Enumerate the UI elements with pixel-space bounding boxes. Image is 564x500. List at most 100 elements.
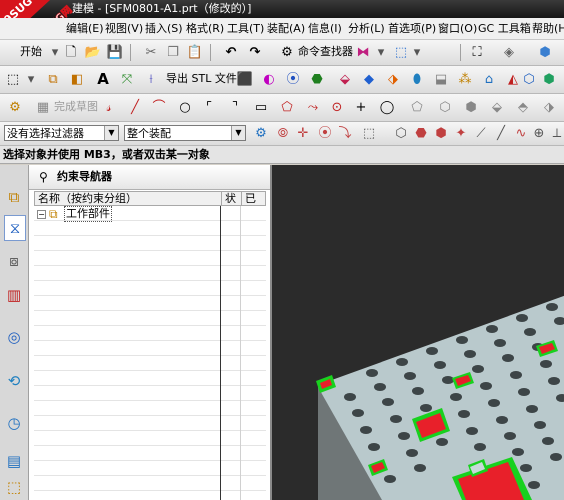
point-sketch-icon[interactable]: ⊙	[328, 98, 346, 116]
command-finder-button[interactable]: 命令查找器	[298, 43, 353, 61]
menu-window[interactable]: 窗口(O)	[438, 20, 477, 37]
clock-icon[interactable]: ◷	[4, 411, 24, 435]
assembly-icon[interactable]: ⧓	[354, 43, 372, 61]
part-icon[interactable]: ⧉	[44, 70, 62, 88]
open-folder-icon[interactable]: 📂	[84, 43, 102, 61]
project-curve-icon[interactable]: ⬘	[514, 98, 532, 116]
more-features-icon[interactable]: ⬢	[540, 70, 558, 88]
assembly-navigator-icon[interactable]: ⧉	[4, 185, 24, 209]
tree-row[interactable]: − ⧉ 工作部件	[37, 206, 217, 222]
history-icon[interactable]: ⟲	[4, 369, 24, 393]
plus-icon[interactable]: +	[352, 98, 370, 116]
offset-curve-icon[interactable]: ◯	[378, 98, 396, 116]
shell-icon[interactable]: ⬗	[384, 70, 402, 88]
dropdown-arrow-icon[interactable]: ▾	[372, 43, 390, 61]
menu-tools[interactable]: 工具(T)	[227, 20, 264, 37]
column-name[interactable]: 名称（按约束分组）	[38, 192, 137, 205]
blend-icon[interactable]: ⬙	[336, 70, 354, 88]
end-point-icon[interactable]: ⦿	[316, 124, 334, 142]
text-icon[interactable]: A	[94, 70, 112, 88]
reuse-library-icon[interactable]: ▥	[4, 283, 24, 307]
menu-info[interactable]: 信息(I)	[308, 20, 342, 37]
arc-icon[interactable]: ⌒	[150, 98, 168, 116]
finish-sketch-icon[interactable]: ▦	[34, 98, 52, 116]
menu-edit[interactable]: 编辑(E)	[66, 20, 104, 37]
revolve-icon[interactable]: ◐	[260, 70, 278, 88]
chamfer-sketch-icon[interactable]: ⌝	[226, 98, 244, 116]
circle-icon[interactable]: ○	[176, 98, 194, 116]
menu-assembly[interactable]: 装配(A)	[267, 20, 305, 37]
filter-icon[interactable]: ⚙	[252, 124, 270, 142]
constraint-navigator-icon[interactable]: ⧖	[4, 215, 26, 241]
system-materials-icon[interactable]: ▤	[4, 449, 24, 473]
cut-icon[interactable]: ✂	[142, 43, 160, 61]
dropdown-arrow-icon[interactable]: ▾	[22, 70, 40, 88]
body-select-icon[interactable]: ⬣	[412, 124, 430, 142]
finish-sketch-button[interactable]: 完成草图	[54, 98, 98, 116]
type-filter-dropdown[interactable]: 没有选择过滤器 ▼	[4, 125, 119, 141]
graphics-window[interactable]	[272, 165, 564, 500]
snap-point-icon[interactable]: ⦾	[274, 124, 292, 142]
copy-icon[interactable]: ❐	[164, 43, 182, 61]
datum-plane-icon[interactable]: ◧	[68, 70, 86, 88]
tangent-icon[interactable]: ⟂	[548, 124, 564, 142]
sketch-icon[interactable]: ⬚	[4, 70, 22, 88]
menu-view[interactable]: 视图(V)	[105, 20, 143, 37]
face-select-icon[interactable]: ⬢	[432, 124, 450, 142]
orient-view-icon[interactable]: ⬢	[536, 43, 554, 61]
cylinder-icon[interactable]: ⬮	[408, 70, 426, 88]
boss-icon[interactable]: ⬣	[308, 70, 326, 88]
profile-icon[interactable]: 𝓈	[100, 98, 118, 116]
line-icon[interactable]: ╱	[126, 98, 144, 116]
column-status[interactable]: 状	[225, 192, 236, 205]
undo-icon[interactable]: ↶	[222, 43, 240, 61]
quick-trim-icon[interactable]: ⬗	[540, 98, 558, 116]
trim-body-icon[interactable]: ⬓	[432, 70, 450, 88]
redo-icon[interactable]: ↷	[246, 43, 264, 61]
pattern-icon[interactable]: ⁂	[456, 70, 474, 88]
pin-icon[interactable]: ⚲	[39, 165, 48, 189]
web-browser-icon[interactable]: ◎	[4, 325, 24, 349]
point-type-icon[interactable]: ✛	[294, 124, 312, 142]
fillet-icon[interactable]: ⌜	[200, 98, 218, 116]
menu-insert[interactable]: 插入(S)	[145, 20, 183, 37]
collapse-icon[interactable]: −	[37, 210, 46, 219]
chamfer-icon[interactable]: ◆	[360, 70, 378, 88]
sketch-task-icon[interactable]: ⚙	[6, 98, 24, 116]
save-icon[interactable]: 💾	[106, 43, 124, 61]
menu-gc-toolkit[interactable]: GC 工具箱	[478, 20, 531, 37]
sweep-icon[interactable]: ⌂	[480, 70, 498, 88]
dropdown-arrow-icon[interactable]: ▾	[408, 43, 426, 61]
intersection-point-icon[interactable]: ⬙	[488, 98, 506, 116]
feature-select-icon[interactable]: ⬡	[392, 124, 410, 142]
paste-icon[interactable]: 📋	[186, 43, 204, 61]
datum-csys-icon[interactable]: ⤧	[118, 70, 136, 88]
new-file-icon[interactable]: 🗋	[62, 43, 80, 61]
rectangle-select-icon[interactable]: ⬚	[360, 124, 378, 142]
selection-scope-dropdown[interactable]: 整个装配 ▼	[124, 125, 246, 141]
edge-select-icon[interactable]: ✦	[452, 124, 470, 142]
mirror-curve-icon[interactable]: ⬡	[436, 98, 454, 116]
export-stl-button[interactable]: 导出 STL 文件	[166, 70, 237, 88]
menu-analysis[interactable]: 分析(L)	[348, 20, 385, 37]
column-done[interactable]: 已	[245, 192, 256, 205]
quadrant-icon[interactable]: ⊕	[530, 124, 548, 142]
polygon-icon[interactable]: ⬠	[278, 98, 296, 116]
mid-point-icon[interactable]: ⤵	[336, 124, 354, 142]
render-style-icon[interactable]: ◈	[500, 43, 518, 61]
derived-lines-icon[interactable]: ⬢	[462, 98, 480, 116]
command-finder-icon[interactable]: ⚙	[278, 43, 296, 61]
fit-view-icon[interactable]: ⛶	[468, 43, 486, 61]
sew-icon[interactable]: ⬡	[520, 70, 538, 88]
arc-select-icon[interactable]: ∿	[512, 124, 530, 142]
menu-preferences[interactable]: 首选项(P)	[388, 20, 436, 37]
part-navigator-icon[interactable]: ⧇	[4, 249, 24, 273]
hole-icon[interactable]: ⦿	[284, 70, 302, 88]
roles-icon[interactable]: ⬚	[4, 475, 24, 499]
menu-format[interactable]: 格式(R)	[186, 20, 224, 37]
extrude-icon[interactable]: ⬛	[236, 70, 254, 88]
line-select-icon[interactable]: ╱	[492, 124, 510, 142]
menu-help[interactable]: 帮助(H)	[532, 20, 564, 37]
rectangle-icon[interactable]: ▭	[252, 98, 270, 116]
point-icon[interactable]: ⟊	[142, 70, 160, 88]
